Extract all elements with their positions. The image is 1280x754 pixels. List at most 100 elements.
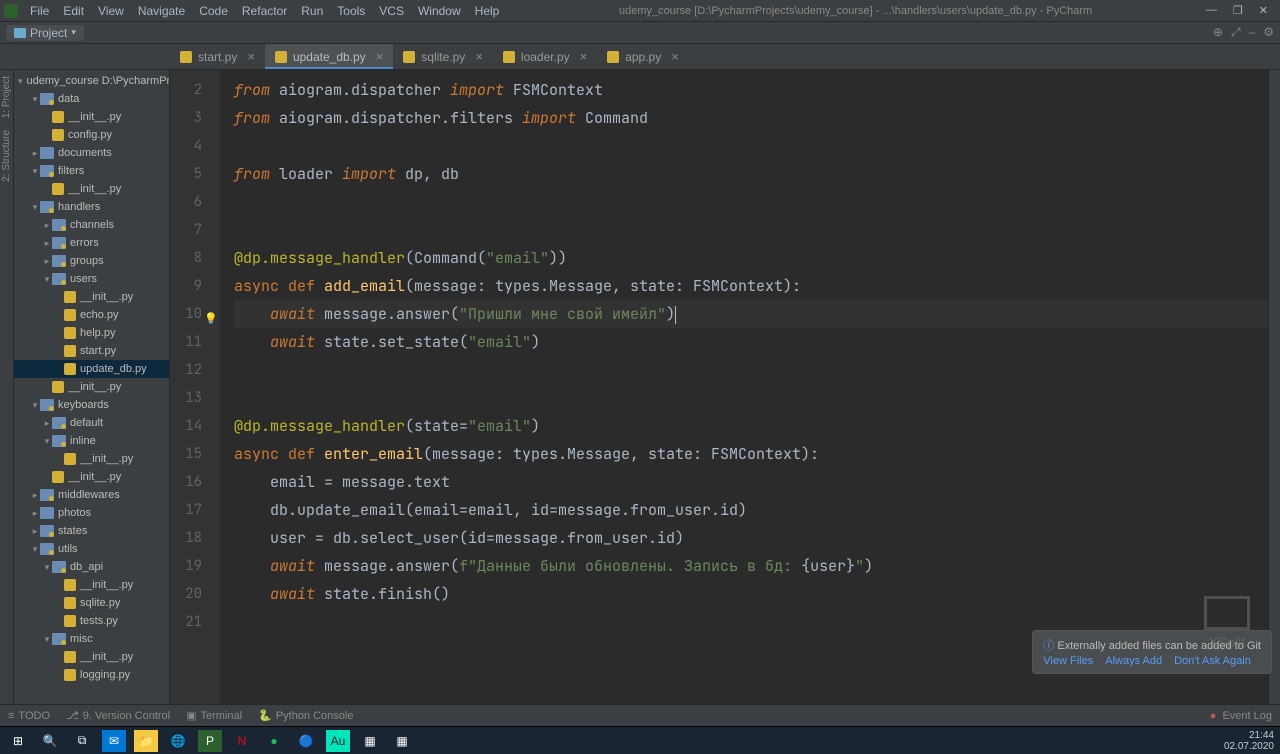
system-clock[interactable]: 21:44 02.07.2020 — [1224, 730, 1274, 752]
tree-item[interactable]: sqlite.py — [14, 594, 169, 612]
status-bar: ≡ TODO ⎇ 9. Version Control ▣ Terminal 🐍… — [0, 704, 1280, 726]
close-icon[interactable]: × — [247, 49, 255, 64]
app-icon-2[interactable]: ▦ — [358, 730, 382, 752]
chevron-down-icon: ▾ — [71, 27, 76, 38]
tree-item[interactable]: ▸channels — [14, 216, 169, 234]
tree-item[interactable]: echo.py — [14, 306, 169, 324]
menu-run[interactable]: Run — [295, 2, 329, 20]
menu-code[interactable]: Code — [193, 2, 234, 20]
terminal-button[interactable]: ▣ Terminal — [186, 709, 242, 722]
tree-item[interactable]: ▾handlers — [14, 198, 169, 216]
project-label: Project — [30, 26, 67, 40]
tree-item[interactable]: ▾utils — [14, 540, 169, 558]
menu-file[interactable]: File — [24, 2, 55, 20]
left-sidebar: 1: Project 2: Structure — [0, 70, 14, 704]
project-tree[interactable]: ▾udemy_course D:\PycharmProjec▾data__ini… — [14, 70, 170, 704]
tree-item[interactable]: tests.py — [14, 612, 169, 630]
tree-item[interactable]: ▸photos — [14, 504, 169, 522]
app-icon-3[interactable]: ▦ — [390, 730, 414, 752]
gutter: 23456789101112131415161718192021 — [170, 70, 220, 704]
pycharm-icon[interactable]: P — [198, 730, 222, 752]
tree-item[interactable]: ▾data — [14, 90, 169, 108]
close-icon[interactable]: × — [475, 49, 483, 64]
target-icon[interactable]: ⊕ — [1213, 25, 1223, 40]
menu-edit[interactable]: Edit — [57, 2, 90, 20]
close-button[interactable]: ✕ — [1259, 4, 1268, 17]
project-dropdown[interactable]: Project ▾ — [6, 25, 84, 41]
mail-icon[interactable]: ✉ — [102, 730, 126, 752]
python-icon — [180, 51, 192, 63]
main-menu: File Edit View Navigate Code Refactor Ru… — [24, 2, 505, 20]
tab-app[interactable]: app.py× — [597, 44, 689, 69]
expand-icon[interactable]: ⤢ — [1231, 25, 1241, 40]
tree-item[interactable]: ▾keyboards — [14, 396, 169, 414]
tree-item[interactable]: help.py — [14, 324, 169, 342]
tree-item[interactable]: config.py — [14, 126, 169, 144]
menu-view[interactable]: View — [92, 2, 130, 20]
tree-item[interactable]: ▾udemy_course D:\PycharmProjec — [14, 72, 169, 90]
structure-tool-button[interactable]: 2: Structure — [0, 124, 13, 188]
tree-item[interactable]: __init__.py — [14, 180, 169, 198]
menu-vcs[interactable]: VCS — [373, 2, 410, 20]
python-icon — [275, 51, 287, 63]
tree-item[interactable]: start.py — [14, 342, 169, 360]
spotify-icon[interactable]: ● — [262, 730, 286, 752]
tree-item[interactable]: __init__.py — [14, 576, 169, 594]
menu-navigate[interactable]: Navigate — [132, 2, 191, 20]
tree-item[interactable]: ▸middlewares — [14, 486, 169, 504]
menu-help[interactable]: Help — [469, 2, 506, 20]
tree-item[interactable]: ▸errors — [14, 234, 169, 252]
tab-update-db[interactable]: update_db.py× — [265, 44, 393, 69]
search-button[interactable]: 🔍 — [38, 730, 62, 752]
menu-window[interactable]: Window — [412, 2, 467, 20]
code-area[interactable]: from aiogram.dispatcher import FSMContex… — [220, 70, 1268, 704]
tree-item[interactable]: ▸documents — [14, 144, 169, 162]
task-view-button[interactable]: ⧉ — [70, 730, 94, 752]
tree-item[interactable]: __init__.py — [14, 468, 169, 486]
tree-item[interactable]: __init__.py — [14, 288, 169, 306]
chrome-icon[interactable]: 🌐 — [166, 730, 190, 752]
python-console-button[interactable]: 🐍 Python Console — [258, 709, 353, 722]
tab-start[interactable]: start.py× — [170, 44, 265, 69]
tree-item[interactable]: logging.py — [14, 666, 169, 684]
explorer-icon[interactable]: 📁 — [134, 730, 158, 752]
minimize-button[interactable]: — — [1206, 4, 1217, 17]
tree-item[interactable]: __init__.py — [14, 450, 169, 468]
maximize-button[interactable]: ❐ — [1233, 4, 1243, 17]
editor-tabs: start.py× update_db.py× sqlite.py× loade… — [0, 44, 1280, 70]
tree-item[interactable]: ▾db_api — [14, 558, 169, 576]
window-title: udemy_course [D:\PycharmProjects\udemy_c… — [505, 5, 1206, 17]
tree-item[interactable]: ▾users — [14, 270, 169, 288]
tree-item[interactable]: ▾inline — [14, 432, 169, 450]
app-icon[interactable]: 🔵 — [294, 730, 318, 752]
dont-ask-link[interactable]: Don't Ask Again — [1174, 655, 1251, 667]
project-tool-button[interactable]: 1: Project — [0, 70, 13, 124]
tree-item[interactable]: __init__.py — [14, 378, 169, 396]
tree-item[interactable]: ▸states — [14, 522, 169, 540]
menu-tools[interactable]: Tools — [331, 2, 371, 20]
collapse-icon[interactable]: ‒ — [1249, 25, 1256, 40]
close-icon[interactable]: × — [671, 49, 679, 64]
tree-item[interactable]: update_db.py — [14, 360, 169, 378]
view-files-link[interactable]: View Files — [1043, 655, 1093, 667]
tree-item[interactable]: ▸groups — [14, 252, 169, 270]
close-icon[interactable]: × — [376, 49, 384, 64]
tab-loader[interactable]: loader.py× — [493, 44, 597, 69]
tree-item[interactable]: __init__.py — [14, 108, 169, 126]
code-editor[interactable]: 23456789101112131415161718192021 from ai… — [170, 70, 1268, 704]
tab-sqlite[interactable]: sqlite.py× — [393, 44, 493, 69]
pycharm-logo — [4, 4, 18, 18]
audition-icon[interactable]: Au — [326, 730, 350, 752]
tree-item[interactable]: __init__.py — [14, 648, 169, 666]
tree-item[interactable]: ▾filters — [14, 162, 169, 180]
start-button[interactable]: ⊞ — [6, 730, 30, 752]
tree-item[interactable]: ▸default — [14, 414, 169, 432]
menu-refactor[interactable]: Refactor — [236, 2, 293, 20]
close-icon[interactable]: × — [580, 49, 588, 64]
vcs-button[interactable]: ⎇ 9. Version Control — [66, 709, 170, 722]
netflix-icon[interactable]: N — [230, 730, 254, 752]
always-add-link[interactable]: Always Add — [1105, 655, 1162, 667]
gear-icon[interactable]: ⚙ — [1263, 25, 1274, 40]
python-icon — [403, 51, 415, 63]
tree-item[interactable]: ▾misc — [14, 630, 169, 648]
